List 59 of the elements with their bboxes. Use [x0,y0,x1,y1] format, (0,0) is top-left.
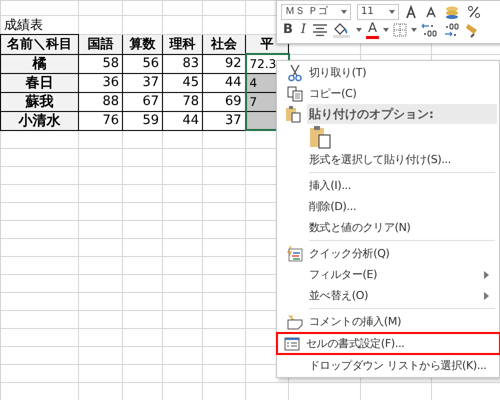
caret-icon[interactable] [410,28,417,32]
table-cell: 37 [122,73,162,92]
table-cell: 88 [78,92,122,111]
copy-icon [287,86,303,102]
table-cell: 45 [162,73,202,92]
coins-icon[interactable] [443,5,461,19]
caret-icon[interactable] [382,28,389,32]
caret-icon[interactable] [389,10,395,14]
caret-icon[interactable] [356,28,362,32]
caret-icon[interactable] [341,10,347,14]
table-cell: 44 [162,111,202,130]
format-cells-icon [284,336,300,350]
table-cell: 83 [162,54,202,73]
table-cell: 36 [78,73,122,92]
paste-icon[interactable] [309,124,331,148]
table-cell: 78 [162,92,202,111]
scissors-icon [287,64,303,82]
menu-item[interactable]: セルの書式設定(F)... [276,332,500,355]
menu-item[interactable]: フィルター(E) [279,264,497,285]
row-name: 小清水 [0,111,78,130]
row-name: 春日 [0,73,78,92]
column-header: 理科 [162,34,202,54]
column-header: 算数 [122,34,162,54]
decrease-decimal-icon[interactable] [442,22,461,38]
table-cell: 59 [122,111,162,130]
fill-color-icon[interactable] [332,22,352,38]
quick-analysis-icon [287,246,303,262]
row-name: 蘇我 [0,92,78,111]
table-cell: 67 [122,92,162,111]
format-painter-icon[interactable] [464,22,479,38]
table-cell: 76 [78,111,122,130]
percent-icon[interactable] [467,5,481,19]
menu-item[interactable]: 並べ替え(O) [279,285,497,306]
comment-icon [286,314,304,330]
menu-item[interactable]: 削除(D)... [279,196,497,217]
table-cell: 58 [78,54,122,73]
increase-decimal-icon[interactable] [420,22,439,38]
menu-item[interactable]: 数式と値のクリア(N) [279,217,497,238]
menu-item[interactable]: 形式を選択して貼り付け(S)... [279,149,497,170]
font-size-dropdown[interactable]: 11 [357,4,399,20]
column-header: 国語 [78,34,122,54]
menu-section-header: 貼り付けのオプション: [307,104,497,124]
align-center-icon[interactable] [312,24,328,36]
borders-icon[interactable] [392,23,407,37]
font-size-decrease-icon[interactable] [425,6,437,18]
menu-item[interactable]: ドロップダウン リストから選択(K)... [279,355,497,376]
column-header: 名前＼科目 [0,34,78,54]
menu-item[interactable]: 挿入(I)... [279,175,497,196]
submenu-arrow-icon [484,292,489,300]
font-name-dropdown[interactable]: ＭＳ Ｐゴ [281,4,351,20]
table-cell: 56 [122,54,162,73]
submenu-arrow-icon [484,270,489,278]
row-name: 橘 [0,54,78,73]
italic-button[interactable]: I [298,22,308,38]
column-header: 社会 [202,34,246,54]
clipboard-icon [285,105,301,123]
font-color-button[interactable]: A [366,22,379,38]
menu-item[interactable]: コメントの挿入(M) [279,311,497,332]
menu-item[interactable]: クイック分析(Q) [279,243,497,264]
